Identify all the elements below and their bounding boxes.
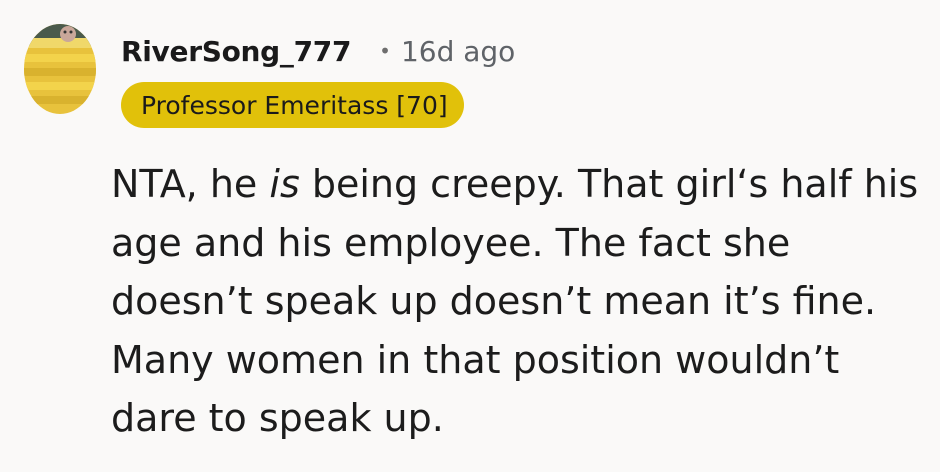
- comment-body-emphasis: is: [269, 162, 300, 206]
- comment: RiverSong_777 • 16d ago Professor Emerit…: [0, 0, 940, 472]
- user-flair: Professor Emeritass [70]: [121, 82, 464, 128]
- comment-header: RiverSong_777 • 16d ago: [121, 28, 515, 74]
- comment-body-text: NTA, he: [111, 162, 270, 206]
- user-avatar[interactable]: [24, 24, 96, 114]
- separator-dot: •: [379, 39, 391, 63]
- username[interactable]: RiverSong_777: [121, 35, 351, 68]
- timestamp[interactable]: 16d ago: [401, 35, 515, 68]
- comment-body: NTA, he is being creepy. That girl‘s hal…: [111, 155, 921, 448]
